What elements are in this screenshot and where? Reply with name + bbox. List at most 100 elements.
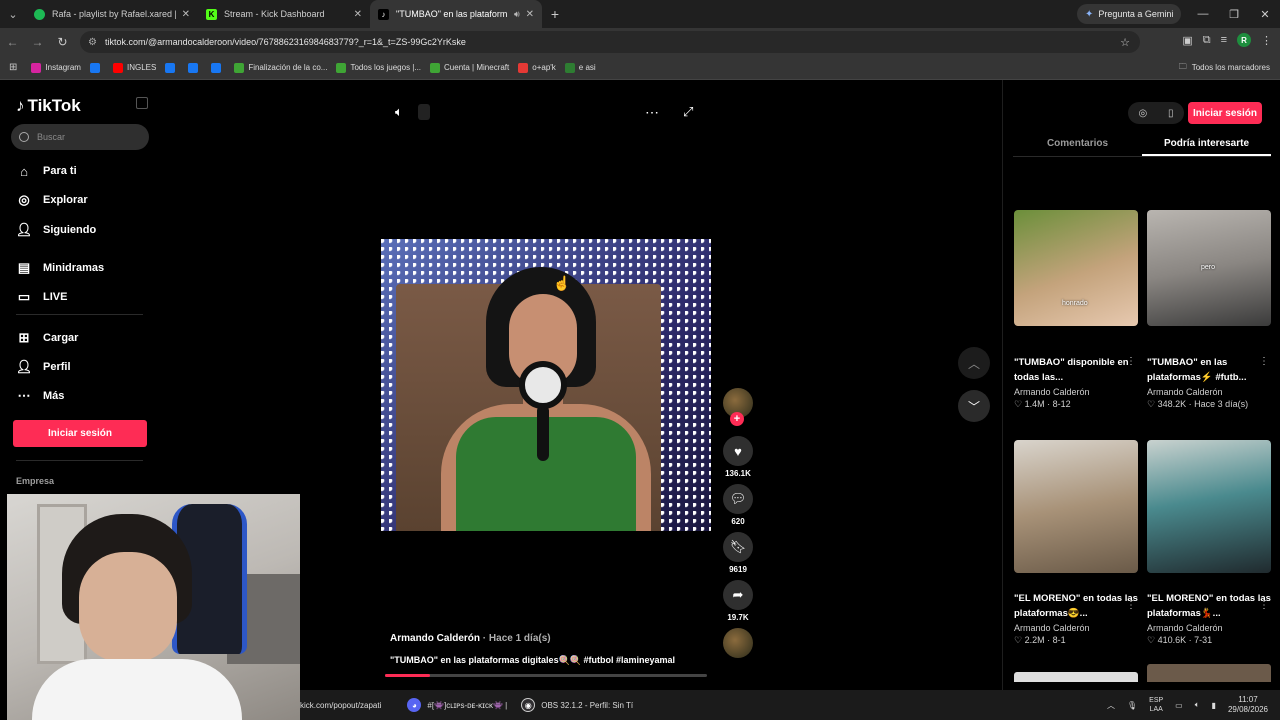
more-options-icon[interactable]: ⋮ [1259,356,1269,367]
login-button[interactable]: Iniciar sesión [13,420,147,447]
bookmark-item[interactable]: o+ap'k [518,62,556,73]
comment-icon[interactable]: 💬︎ [723,484,753,514]
video-thumbnail[interactable] [1147,440,1271,573]
close-tab-icon[interactable]: ✕ [182,9,190,20]
minimize-icon[interactable]: — [1188,0,1218,28]
music-disc-action[interactable] [722,628,754,658]
tab-comentarios[interactable]: Comentarios [1013,135,1142,156]
system-clock[interactable]: 11:07 29/08/2026 [1228,695,1268,715]
sidebar-item-minidramas[interactable]: ▤ Minidramas [16,260,104,276]
music-disc-icon[interactable] [723,628,753,658]
more-options-icon[interactable]: ⋮ [1126,600,1136,611]
sidebar-item-mas[interactable]: ⋯ Más [16,388,65,404]
restore-icon[interactable]: ❐ [1219,0,1249,28]
empresa-label[interactable]: Empresa [16,476,54,486]
recommended-video-card[interactable]: honrado ⋮ "TUMBAO" disponible en todas l… [1014,210,1138,410]
video-thumbnail[interactable] [1014,440,1138,573]
sidebar-item-para-ti[interactable]: ⌂ Para ti [16,163,77,179]
more-options-icon[interactable]: ⋯ [645,104,659,121]
bookmark-item[interactable]: INGLES [112,62,156,73]
bookmark-star-icon[interactable]: ☆ [1120,36,1130,49]
puzzle-icon[interactable]: ⧉ [1203,34,1211,47]
header-login-button[interactable]: Iniciar sesión [1188,102,1262,124]
sidebar-item-perfil[interactable]: 👤︎ Perfil [16,359,71,375]
media-icon[interactable]: ≡ [1221,34,1227,46]
tab-tiktok[interactable]: ♪ "TUMBAO" en las plataform 🔊︎ ✕ [370,0,542,28]
author-avatar-action[interactable]: + [722,388,754,426]
coin-icon[interactable]: ◎ [1138,108,1147,119]
sidebar-item-explorar[interactable]: ◎ Explorar [16,192,87,208]
bookmark-item[interactable] [165,62,179,73]
card-author[interactable]: Armando Calderón [1147,623,1271,633]
tab-kick[interactable]: K Stream - Kick Dashboard ✕ [198,0,370,28]
recommended-video-card[interactable]: pero ⋮ "TUMBAO" en las plataformas⚡ #fut… [1147,210,1271,410]
next-video-button[interactable]: ﹀ [958,390,990,422]
video-author[interactable]: Armando Calderón · Hace 1 día(s) [390,633,551,644]
bookmark-item[interactable]: Cuenta | Minecraft [430,62,509,73]
volume-slider[interactable] [418,104,430,120]
tiktok-logo[interactable]: ♪ TikTok [16,96,81,116]
save-action[interactable]: 🔖︎ 9619 [722,532,754,574]
sidebar-collapse-icon[interactable] [136,97,148,109]
microphone-tray-icon[interactable]: 🎙︎ [1127,701,1137,710]
sidebar-item-siguiendo[interactable]: 👤︎ Siguiendo [16,222,96,238]
site-info-icon[interactable]: ⚙ [88,37,97,48]
all-bookmarks[interactable]: 🗀 Todos los marcadores [1179,61,1270,75]
video-thumbnail-partial[interactable] [1014,672,1138,682]
bookmark-item[interactable] [89,62,104,73]
more-options-icon[interactable]: ⋮ [1259,600,1269,611]
tray-chevron-up-icon[interactable]: ︿ [1107,700,1115,711]
profile-avatar[interactable]: R [1237,33,1251,47]
previous-video-button[interactable]: ︿ [958,347,990,379]
url-input[interactable]: ⚙ tiktok.com/@armandocalderoon/video/767… [80,31,1140,53]
fullscreen-icon[interactable]: ⤢ [683,104,693,120]
sidebar-item-cargar[interactable]: ⊞ Cargar [16,330,79,346]
like-action[interactable]: ♥ 136.1K [722,436,754,478]
phone-icon[interactable]: ▯ [1168,108,1174,119]
bookmark-icon[interactable]: 🔖︎ [723,532,753,562]
monitor-icon[interactable]: ▭ [1175,701,1183,710]
new-tab-button[interactable]: + [542,6,568,22]
share-action[interactable]: ➦ 19.7K [722,580,754,622]
tab-search-chevron-icon[interactable]: ⌄ [0,0,26,28]
card-author[interactable]: Armando Calderón [1014,623,1138,633]
taskbar-obs[interactable]: ◉ OBS 32.1.2 - Perfil: Sin Tí [521,698,633,712]
reload-icon[interactable]: ↻ [50,35,75,49]
close-tab-icon[interactable]: ✕ [354,9,362,20]
recommended-video-card[interactable]: ⋮ "EL MORENO" en todas las plataformas😎.… [1014,440,1138,646]
taskbar-browser-popout[interactable]: kick.com/popout/zapati [300,701,381,710]
bookmark-item[interactable] [188,62,202,73]
card-author[interactable]: Armando Calderón [1147,387,1271,397]
more-options-icon[interactable]: ⋮ [1126,356,1136,367]
bookmark-item[interactable]: Todos los juegos |... [336,62,421,73]
speaker-icon[interactable]: 🔈︎ [1195,700,1200,710]
taskbar-discord[interactable]: ◕ #[👾]ᴄʟɪᴘs-ᴅᴇ-ᴋɪᴄᴋ👾 | [407,698,507,712]
tab-audio-icon[interactable]: 🔊︎ [514,9,520,20]
bookmark-item[interactable]: e asi [564,62,596,73]
gemini-button[interactable]: ✦ Pregunta a Gemini [1077,4,1182,24]
recommended-video-card[interactable]: ⋮ "EL MORENO" en todas las plataformas💃.… [1147,440,1271,646]
back-icon[interactable]: ← [0,35,25,49]
author-name[interactable]: Armando Calderón [390,633,480,644]
video-player[interactable]: ☝ [381,239,711,531]
language-indicator[interactable]: ESP LAA [1149,696,1163,714]
battery-icon[interactable]: ▮ [1212,701,1216,710]
close-window-icon[interactable]: ✕ [1250,0,1280,28]
video-thumbnail[interactable]: honrado [1014,210,1138,326]
close-tab-icon[interactable]: ✕ [526,9,534,20]
video-progress-bar[interactable] [385,674,707,677]
heart-icon[interactable]: ♥ [723,436,753,466]
tab-spotify[interactable]: Rafa - playlist by Rafael.xared | ✕ [26,0,198,28]
share-icon[interactable]: ➦ [723,580,753,610]
bookmark-item[interactable] [211,62,225,73]
tab-podria-interesarte[interactable]: Podría interesarte [1142,135,1271,156]
apps-grid-icon[interactable]: ⊞ [9,62,17,73]
video-thumbnail[interactable]: pero [1147,210,1271,326]
card-author[interactable]: Armando Calderón [1014,387,1138,397]
search-input[interactable]: Buscar [11,124,149,150]
sidebar-item-live[interactable]: ▭ LIVE [16,289,68,305]
comment-action[interactable]: 💬︎ 620 [722,484,754,526]
follow-plus-icon[interactable]: + [730,412,744,426]
volume-icon[interactable]: 🔈︎ [395,104,403,120]
video-thumbnail-partial[interactable] [1147,664,1271,682]
